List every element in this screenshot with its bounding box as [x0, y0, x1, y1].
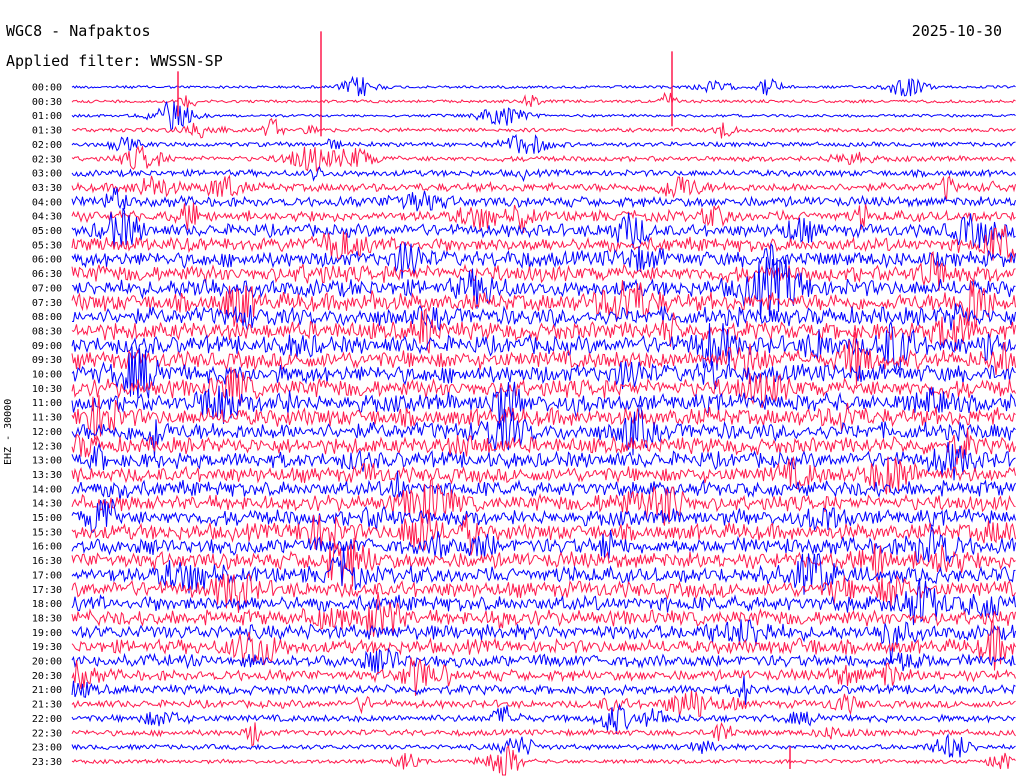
- time-tick-label: 22:30: [32, 728, 62, 739]
- time-tick-label: 03:00: [32, 169, 62, 180]
- time-tick-label: 15:30: [32, 527, 62, 538]
- time-tick-label: 14:00: [32, 484, 62, 495]
- time-tick-label: 08:00: [32, 312, 62, 323]
- trace-line: [71, 91, 1016, 110]
- time-tick-label: 14:30: [32, 499, 62, 510]
- time-tick-label: 07:00: [32, 283, 62, 294]
- trace-line: [71, 657, 1016, 696]
- time-tick-label: 04:30: [32, 212, 62, 223]
- time-tick-label: 05:30: [32, 240, 62, 251]
- time-tick-label: 10:30: [32, 384, 62, 395]
- time-tick-label: 08:30: [32, 326, 62, 337]
- time-tick-label: 18:00: [32, 599, 62, 610]
- time-tick-label: 20:00: [32, 657, 62, 668]
- time-tick-label: 05:00: [32, 226, 62, 237]
- time-tick-label: 07:30: [32, 298, 62, 309]
- time-tick-label: 13:30: [32, 470, 62, 481]
- time-tick-label: 15:00: [32, 513, 62, 524]
- trace-line: [71, 745, 1016, 776]
- trace-line: [71, 134, 1016, 154]
- time-tick-label: 06:00: [32, 255, 62, 266]
- trace-line: [71, 427, 1016, 465]
- time-tick-label: 01:00: [32, 111, 62, 122]
- time-tick-label: 18:30: [32, 613, 62, 624]
- time-tick-label: 19:30: [32, 642, 62, 653]
- time-tick-label: 21:30: [32, 700, 62, 711]
- station-title: WGC8 - Nafpaktos: [6, 22, 151, 40]
- time-tick-label: 00:30: [32, 97, 62, 108]
- trace-line: [71, 75, 1016, 97]
- trace-line: [71, 721, 1016, 747]
- time-tick-label: 11:00: [32, 398, 62, 409]
- trace-line: [71, 101, 1016, 132]
- time-tick-label: 21:00: [32, 685, 62, 696]
- time-tick-label: 12:30: [32, 441, 62, 452]
- time-tick-label: 12:00: [32, 427, 62, 438]
- time-tick-label: 09:00: [32, 341, 62, 352]
- time-tick-label: 00:00: [32, 83, 62, 94]
- time-tick-label: 23:00: [32, 743, 62, 754]
- trace-line: [71, 690, 1016, 718]
- time-tick-label: 23:30: [32, 757, 62, 768]
- trace-line: [71, 675, 1016, 705]
- time-tick-label: 09:30: [32, 355, 62, 366]
- y-axis-label: EHZ - 30000: [3, 398, 14, 465]
- trace-line: [71, 702, 1016, 734]
- time-tick-label: 22:00: [32, 714, 62, 725]
- time-tick-label: 06:30: [32, 269, 62, 280]
- trace-line: [71, 144, 1016, 172]
- seismogram-plot: 00:00 00:30 01:00 01:30 02:00 02:30 03:00 03:30…: [32, 31, 1016, 776]
- time-tick-label: 02:30: [32, 154, 62, 165]
- time-tick-label: 11:30: [32, 413, 62, 424]
- time-tick-label: 02:00: [32, 140, 62, 151]
- trace-line: [71, 165, 1016, 183]
- trace-line: [71, 733, 1016, 759]
- time-tick-label: 16:30: [32, 556, 62, 567]
- time-tick-label: 17:00: [32, 570, 62, 581]
- time-tick-label: 03:30: [32, 183, 62, 194]
- trace-line: [71, 573, 1016, 613]
- filter-label: Applied filter: WWSSN-SP: [6, 52, 223, 70]
- time-tick-label: 17:30: [32, 585, 62, 596]
- time-tick-label: 04:00: [32, 197, 62, 208]
- time-tick-label: 19:00: [32, 628, 62, 639]
- time-tick-label: 20:30: [32, 671, 62, 682]
- time-tick-label: 01:30: [32, 126, 62, 137]
- date-label: 2025-10-30: [911, 22, 1002, 40]
- time-tick-label: 13:00: [32, 456, 62, 467]
- trace-line: [72, 117, 1016, 139]
- trace-line: [71, 619, 1016, 664]
- time-tick-label: 10:00: [32, 370, 62, 381]
- time-tick-label: 16:00: [32, 542, 62, 553]
- trace-line: [71, 174, 1016, 200]
